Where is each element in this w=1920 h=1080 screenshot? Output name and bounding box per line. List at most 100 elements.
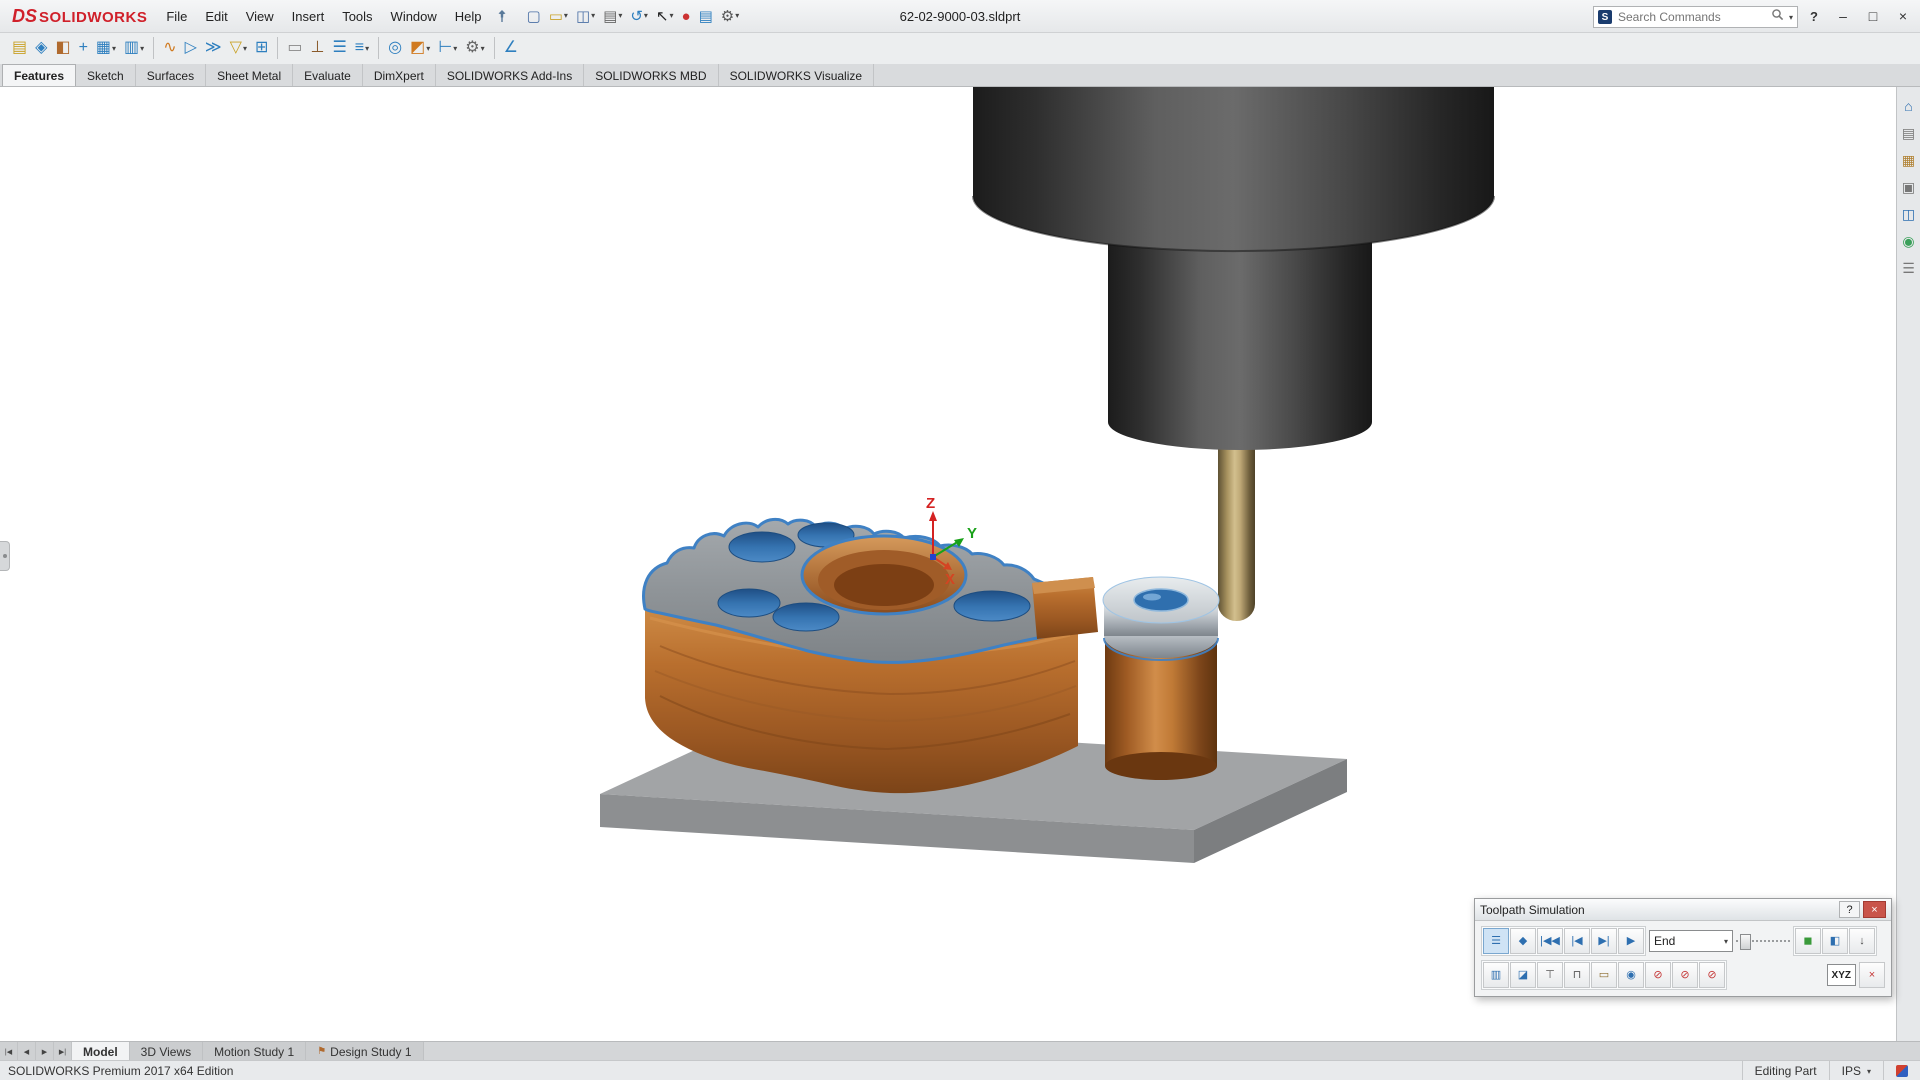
custom-properties-icon[interactable]: ☰	[1899, 258, 1919, 278]
view-palette-icon[interactable]: ◫	[1899, 204, 1919, 224]
options-icon[interactable]: ⚙▾	[718, 8, 742, 25]
post-process-icon[interactable]: ⊞	[252, 35, 271, 61]
center-bore[interactable]	[802, 536, 966, 614]
copper-step[interactable]	[1032, 577, 1098, 639]
minimize-button[interactable]: –	[1828, 4, 1858, 28]
rebuild-icon[interactable]: ●	[679, 8, 694, 25]
units-selector[interactable]: IPS ▾	[1829, 1061, 1883, 1080]
setup-icon[interactable]: +	[76, 35, 91, 61]
spindle[interactable]	[973, 86, 1494, 450]
solidworks-resources-icon[interactable]: ▤	[1899, 123, 1919, 143]
collision-fixture-button: ⊘	[1707, 970, 1716, 981]
cylindrical-boss[interactable]	[1103, 577, 1219, 780]
help-button[interactable]: ?	[1804, 6, 1824, 26]
define-machine-icon[interactable]: ◈	[32, 35, 50, 61]
probe-icon[interactable]: ◎	[385, 35, 405, 61]
machined-part[interactable]	[644, 519, 1219, 793]
save-cl-file-icon[interactable]: ▽▾	[227, 35, 250, 61]
search-caret-icon[interactable]: ▾	[1789, 13, 1793, 22]
cam-operation-tree-icon[interactable]: ≡▾	[352, 35, 372, 61]
new-part-icon[interactable]: ▤	[9, 35, 30, 61]
pin-icon[interactable]	[495, 9, 509, 23]
toolpath-display-button: ☰	[1491, 936, 1501, 947]
extract-machinable-features-icon[interactable]: ▦▾	[93, 35, 119, 61]
tab-dimxpert: DimXpert	[374, 69, 424, 83]
svg-text:Z: Z	[926, 495, 935, 512]
nav-first-button[interactable]: |◀	[0, 1042, 18, 1061]
dropdown-caret-icon[interactable]: ▾	[112, 44, 116, 53]
menu-file[interactable]: File	[157, 5, 196, 28]
nav-last-button[interactable]: ▶|	[54, 1042, 72, 1061]
undo-icon[interactable]: ↺▾	[627, 8, 651, 25]
units-value: IPS	[1842, 1064, 1861, 1078]
print-icon[interactable]: ▤▾	[600, 8, 625, 25]
dropdown-caret-icon[interactable]: ▾	[644, 12, 648, 20]
holder-display-button: ⊓	[1573, 970, 1582, 981]
select-icon[interactable]: ↖▾	[653, 8, 677, 25]
display-options-row: ▥ ◪ ⊤ ⊓ ▭ ◉ ⊘ ⊘	[1481, 960, 1885, 990]
search-icon[interactable]	[1771, 8, 1784, 26]
turbo-mode-button: ◆	[1519, 936, 1527, 947]
simulate-toolpath-icon[interactable]: ▷	[182, 35, 200, 61]
units-caret-icon[interactable]: ▾	[1867, 1067, 1871, 1076]
toolbar-separator	[378, 37, 379, 59]
menu-view[interactable]: View	[237, 5, 283, 28]
dropdown-caret-icon[interactable]: ▾	[1724, 937, 1728, 946]
menu-insert[interactable]: Insert	[283, 5, 334, 28]
dialog-close-button[interactable]: ×	[1863, 901, 1886, 918]
save-icon[interactable]: ◫▾	[573, 8, 598, 25]
dialog-help-button[interactable]: ?	[1839, 901, 1860, 918]
dropdown-caret-icon[interactable]: ▾	[140, 44, 144, 53]
new-document-icon[interactable]: ▢	[524, 8, 544, 25]
status-tag-section[interactable]	[1883, 1061, 1920, 1080]
menu-window[interactable]: Window	[382, 5, 446, 28]
cam-feature-tree-icon[interactable]: ☰	[329, 35, 349, 61]
menu-tools[interactable]: Tools	[333, 5, 381, 28]
close-button[interactable]: ×	[1888, 4, 1918, 28]
dialog-title-bar[interactable]: Toolpath Simulation ? ×	[1475, 899, 1891, 921]
generate-toolpaths-icon[interactable]: ∿	[160, 35, 179, 61]
tags-icon[interactable]	[1896, 1065, 1908, 1077]
setup-sheet-icon[interactable]: ▭	[284, 35, 305, 61]
dropdown-caret-icon[interactable]: ▾	[481, 44, 485, 53]
save-view-button: ↓	[1859, 936, 1865, 947]
cam-options-icon[interactable]: ⚙▾	[462, 35, 487, 61]
dropdown-caret-icon[interactable]: ▾	[243, 44, 247, 53]
measure-icon[interactable]: ∠	[501, 35, 521, 61]
tolerance-based-machining-icon[interactable]: ⊢▾	[435, 35, 460, 61]
dropdown-caret-icon[interactable]: ▾	[426, 44, 430, 53]
dropdown-caret-icon[interactable]: ▾	[365, 44, 369, 53]
dropdown-caret-icon[interactable]: ▾	[564, 12, 568, 20]
dropdown-caret-icon[interactable]: ▾	[591, 12, 595, 20]
dropdown-caret-icon[interactable]: ▾	[453, 44, 457, 53]
dropdown-caret-icon[interactable]: ▾	[618, 12, 622, 20]
featuremanager-collapsed-tab[interactable]	[0, 541, 10, 571]
machining-colors-icon[interactable]: ◩▾	[407, 35, 433, 61]
xyz-coordinates-button[interactable]: XYZ	[1827, 964, 1856, 986]
open-icon[interactable]: ▭▾	[546, 8, 571, 25]
generate-operation-plan-icon[interactable]: ▥▾	[121, 35, 147, 61]
slider-thumb[interactable]	[1740, 934, 1751, 950]
appearances-icon[interactable]: ◉	[1899, 231, 1919, 251]
dropdown-caret-icon[interactable]: ▾	[735, 12, 739, 20]
design-library-icon[interactable]: ▦	[1899, 150, 1919, 170]
stock-manager-icon[interactable]: ◧	[52, 35, 73, 61]
search-box[interactable]: S ▾	[1593, 6, 1798, 28]
end-simulation-button[interactable]: ×	[1859, 962, 1885, 988]
menu-edit[interactable]: Edit	[196, 5, 236, 28]
toolpath-simulation-dialog[interactable]: Toolpath Simulation ? × ☰ ◆ |◀◀ |◀ ▶|	[1474, 898, 1892, 997]
step-through-toolpath-icon[interactable]: ≫	[202, 35, 225, 61]
search-input[interactable]	[1616, 9, 1767, 25]
home-icon[interactable]: ⌂	[1899, 96, 1919, 116]
end-condition-dropdown[interactable]: End ▾	[1649, 930, 1733, 952]
file-properties-icon[interactable]: ▤	[696, 8, 716, 25]
nav-prev-button[interactable]: ◀	[18, 1042, 36, 1061]
speed-slider[interactable]	[1736, 932, 1790, 950]
dropdown-caret-icon[interactable]: ▾	[670, 12, 674, 20]
maximize-button[interactable]: □	[1858, 4, 1888, 28]
file-explorer-icon[interactable]: ▣	[1899, 177, 1919, 197]
tool-database-icon[interactable]: ⊥	[308, 35, 328, 61]
nav-next-button[interactable]: ▶	[36, 1042, 54, 1061]
toolbar-separator	[153, 37, 154, 59]
menu-help[interactable]: Help	[446, 5, 491, 28]
